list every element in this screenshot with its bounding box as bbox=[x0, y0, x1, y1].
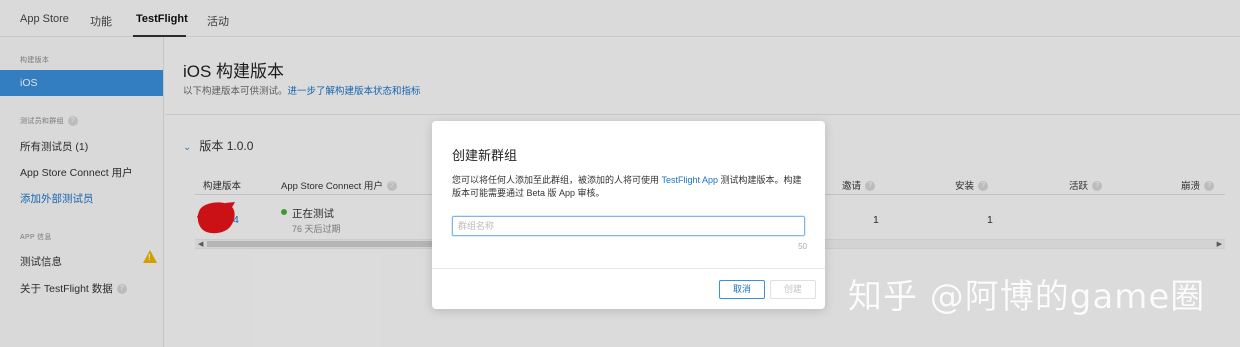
watermark: 知乎 @阿博的game圈 bbox=[848, 277, 1206, 317]
char-counter: 50 bbox=[798, 242, 807, 251]
create-group-dialog: 创建新群组 您可以将任何人添加至此群组，被添加的人将可使用 TestFlight… bbox=[432, 121, 825, 309]
dialog-divider bbox=[432, 268, 825, 269]
dialog-description-part1: 您可以将任何人添加至此群组，被添加的人将可使用 bbox=[452, 175, 662, 185]
dialog-description: 您可以将任何人添加至此群组，被添加的人将可使用 TestFlight App 测… bbox=[452, 174, 807, 200]
cancel-button[interactable]: 取消 bbox=[719, 280, 765, 299]
dialog-title: 创建新群组 bbox=[452, 148, 518, 163]
testflight-app-link[interactable]: TestFlight App bbox=[662, 175, 719, 185]
create-button[interactable]: 创建 bbox=[770, 280, 816, 299]
group-name-input[interactable] bbox=[452, 216, 805, 236]
